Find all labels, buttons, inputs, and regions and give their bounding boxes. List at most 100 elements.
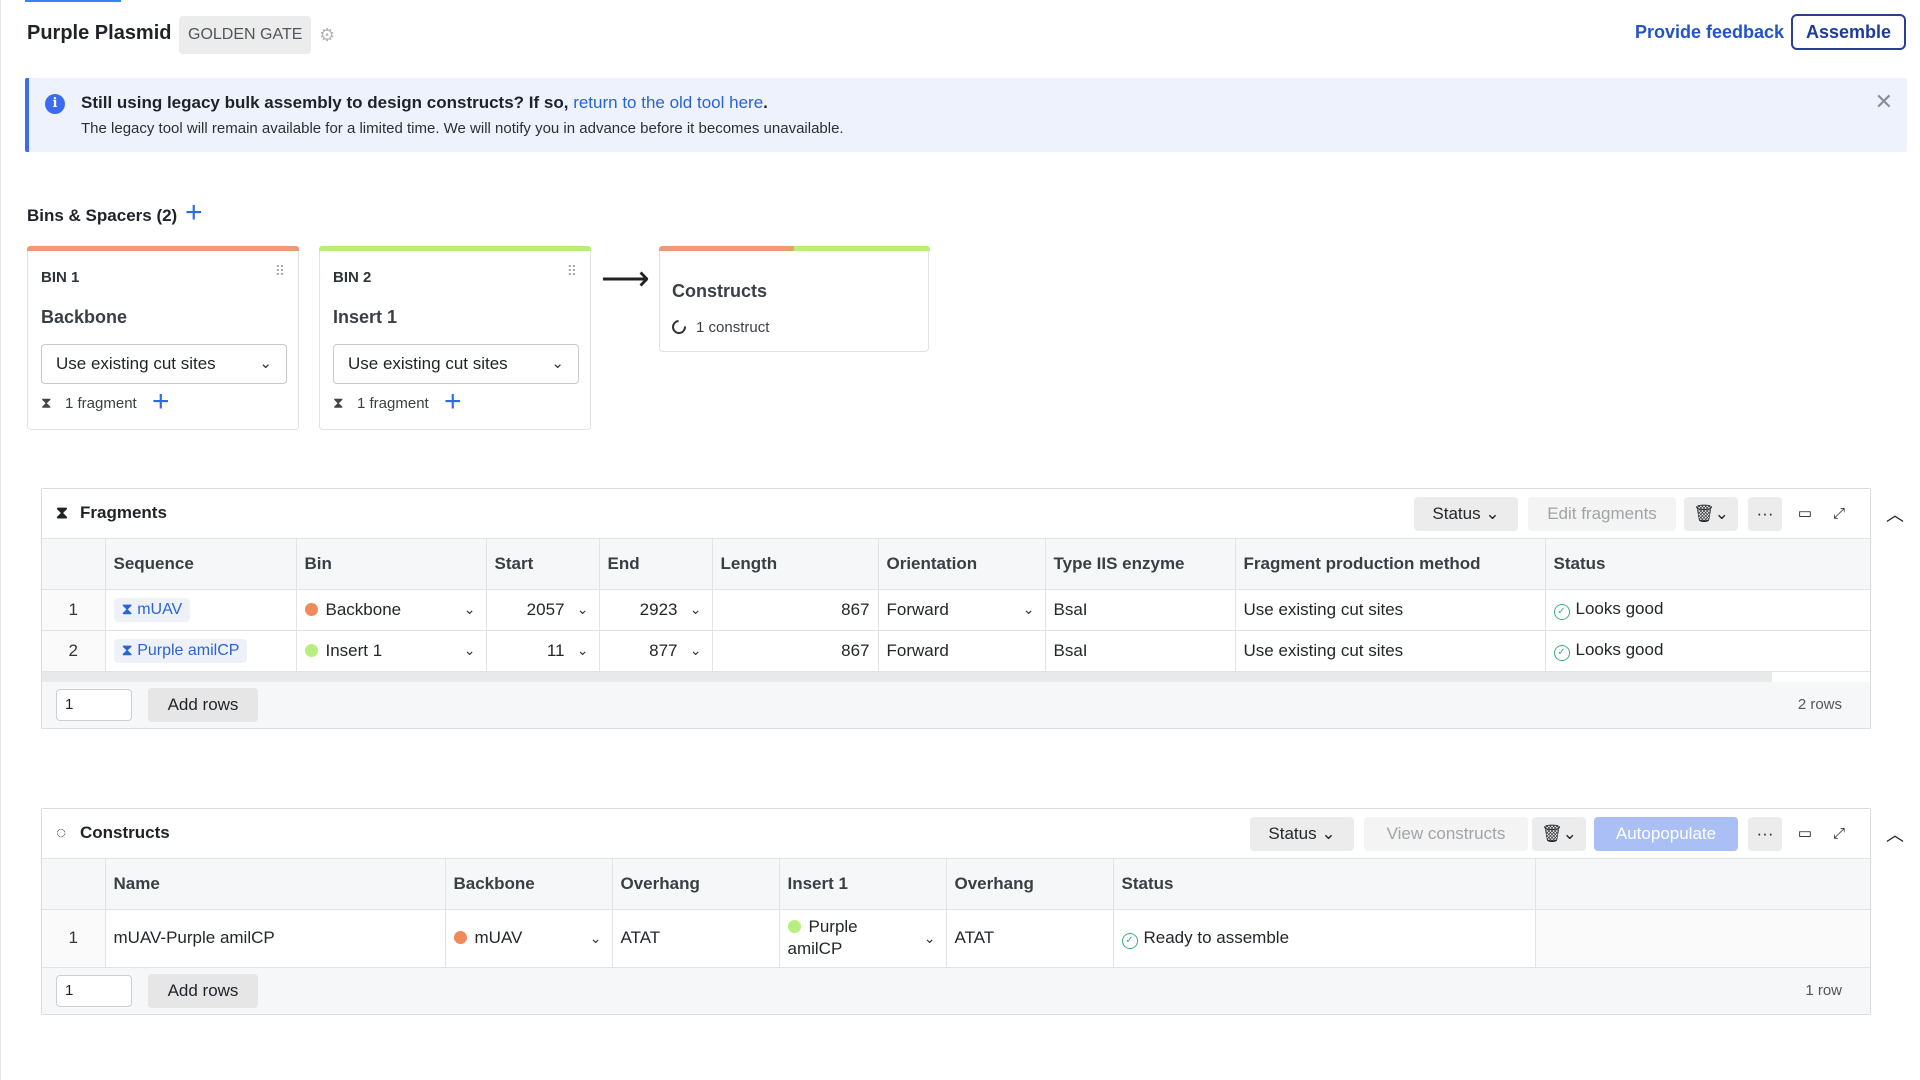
provide-feedback-link[interactable]: Provide feedback — [1635, 22, 1784, 43]
chevron-down-icon: ⌄ — [576, 600, 589, 617]
status-cell: ✓ Ready to assemble — [1113, 909, 1536, 968]
column-header-overhang-1[interactable]: Overhang — [612, 859, 780, 910]
bin-label: BIN 2 — [333, 269, 372, 286]
horizontal-scrollbar[interactable] — [42, 671, 1772, 682]
column-header-production-method[interactable]: Fragment production method — [1235, 539, 1546, 590]
drag-handle-icon[interactable]: ⠿ — [275, 264, 285, 278]
bin-cell[interactable]: Insert 1 ⌄ — [296, 630, 487, 672]
dock-panel-icon[interactable]: ▭ — [1794, 823, 1816, 845]
start-cell[interactable]: 2057 ⌄ — [486, 589, 600, 631]
more-options-button[interactable]: ··· — [1748, 817, 1782, 851]
orientation-cell[interactable]: Forward ⌄ — [878, 589, 1046, 631]
bin-color-stripe — [319, 246, 591, 251]
chevron-down-icon: ⌄ — [1022, 600, 1035, 617]
add-rows-button[interactable]: Add rows — [148, 973, 258, 1008]
delete-menu-button[interactable]: 🗑⌄ — [1684, 497, 1738, 531]
sequence-link[interactable]: ⧗ mUAV — [113, 597, 191, 622]
end-cell[interactable]: 2923 ⌄ — [599, 589, 713, 631]
bin-card-2: BIN 2 ⠿ Insert 1 Use existing cut sites … — [319, 246, 591, 430]
end-value: 877 — [649, 640, 678, 660]
bins-title: Bins & Spacers (2) — [27, 206, 178, 225]
edit-fragments-button[interactable]: Edit fragments — [1528, 497, 1676, 531]
add-fragment-icon[interactable]: + — [152, 387, 170, 417]
constructs-card[interactable]: Constructs 1 construct — [659, 246, 930, 352]
legacy-tool-banner: i Still using legacy bulk assembly to de… — [25, 78, 1907, 152]
sequence-link[interactable]: ⧗ Purple amilCP — [113, 638, 248, 663]
column-header-backbone[interactable]: Backbone — [445, 859, 613, 910]
hourglass-icon: ⧗ — [121, 600, 133, 618]
gear-icon[interactable]: ⚙ — [319, 26, 337, 44]
column-header-enzyme[interactable]: Type IIS enzyme — [1045, 539, 1236, 590]
autopopulate-button[interactable]: Autopopulate — [1594, 817, 1738, 851]
assemble-button[interactable]: Assemble — [1791, 14, 1906, 50]
chevron-down-icon: ⌄ — [689, 641, 702, 658]
table-header-row: Name Backbone Overhang Insert 1 Overhang… — [42, 859, 1870, 910]
insert-cell[interactable]: Purple amilCP ⌄ — [779, 909, 947, 968]
column-header-start[interactable]: Start — [486, 539, 600, 590]
bin-name: Insert 1 — [333, 307, 398, 327]
backbone-value: mUAV — [474, 928, 523, 947]
status-value: Ready to assemble — [1143, 927, 1290, 947]
bin-label: BIN 1 — [41, 269, 80, 286]
chevron-down-icon: ⌄ — [1485, 504, 1500, 523]
status-filter-button[interactable]: Status ⌄ — [1250, 817, 1354, 851]
chevron-down-icon: ⌄ — [576, 641, 589, 658]
chevron-down-icon: ⌄ — [1562, 824, 1577, 843]
dock-panel-icon[interactable]: ▭ — [1794, 503, 1816, 525]
insert-value: Purple amilCP — [787, 916, 938, 960]
sequence-cell: ⧗ mUAV — [105, 589, 297, 631]
column-header-name[interactable]: Name — [105, 859, 446, 910]
end-cell[interactable]: 877 ⌄ — [599, 630, 713, 672]
column-header-end[interactable]: End — [599, 539, 713, 590]
plasmid-icon — [669, 317, 689, 337]
fragment-count-label: 1 fragment — [357, 395, 429, 412]
old-tool-link[interactable]: return to the old tool here — [573, 93, 763, 112]
bin-method-select[interactable]: Use existing cut sites ⌄ — [41, 344, 287, 384]
name-cell[interactable]: mUAV-Purple amilCP — [105, 909, 446, 968]
column-header-length[interactable]: Length — [712, 539, 879, 590]
close-icon[interactable]: ✕ — [1875, 91, 1893, 113]
column-header-bin[interactable]: Bin — [296, 539, 487, 590]
fragments-panel-title: ⧗ Fragments — [56, 503, 167, 523]
expand-icon[interactable]: ⤢ — [1828, 823, 1850, 845]
page: Purple Plasmid GOLDEN GATE ⚙ Provide fee… — [0, 0, 1920, 1080]
add-bin-icon[interactable]: + — [185, 198, 209, 228]
production-method-cell: Use existing cut sites — [1235, 589, 1546, 631]
column-header-insert-1[interactable]: Insert 1 — [779, 859, 947, 910]
chevron-down-icon: ⌄ — [1321, 824, 1336, 843]
more-options-button[interactable]: ··· — [1748, 497, 1782, 531]
view-constructs-button[interactable]: View constructs — [1364, 817, 1528, 851]
bin-method-value: Use existing cut sites — [56, 354, 216, 373]
bin-method-select[interactable]: Use existing cut sites ⌄ — [333, 344, 579, 384]
drag-handle-icon[interactable]: ⠿ — [567, 264, 577, 278]
status-filter-label: Status — [1268, 824, 1317, 843]
row-index: 1 — [42, 589, 106, 631]
column-header-overhang-2[interactable]: Overhang — [946, 859, 1114, 910]
bin-method-value: Use existing cut sites — [348, 354, 508, 373]
start-cell[interactable]: 11 ⌄ — [486, 630, 600, 672]
table-header-row: Sequence Bin Start End Length Orientatio… — [42, 539, 1870, 590]
status-filter-button[interactable]: Status ⌄ — [1414, 497, 1518, 531]
expand-icon[interactable]: ⤢ — [1828, 503, 1850, 525]
constructs-panel-footer: 1 Add rows 1 row — [42, 967, 1870, 1014]
chevron-down-icon: ⌄ — [689, 600, 702, 617]
enzyme-cell: BsaI — [1045, 589, 1236, 631]
column-header-sequence[interactable]: Sequence — [105, 539, 297, 590]
check-circle-icon: ✓ — [1553, 604, 1570, 620]
chevron-down-icon: ⌄ — [589, 929, 602, 946]
fragment-count-label: 1 fragment — [65, 395, 137, 412]
insert-value-line2: amilCP — [787, 939, 843, 958]
bin-cell[interactable]: Backbone ⌄ — [296, 589, 487, 631]
collapse-chevron-icon[interactable]: ︿ — [1886, 821, 1904, 847]
delete-menu-button[interactable]: 🗑⌄ — [1532, 817, 1586, 851]
backbone-cell[interactable]: mUAV ⌄ — [445, 909, 613, 968]
collapse-chevron-icon[interactable]: ︿ — [1886, 501, 1904, 527]
status-cell: ✓ Looks good — [1545, 589, 1870, 631]
column-header-status[interactable]: Status — [1113, 859, 1536, 910]
add-rows-button[interactable]: Add rows — [148, 687, 258, 722]
rows-count-input[interactable]: 1 — [56, 974, 132, 1007]
add-fragment-icon[interactable]: + — [444, 387, 462, 417]
column-header-status[interactable]: Status — [1545, 539, 1870, 590]
rows-count-input[interactable]: 1 — [56, 688, 132, 721]
column-header-orientation[interactable]: Orientation — [878, 539, 1046, 590]
